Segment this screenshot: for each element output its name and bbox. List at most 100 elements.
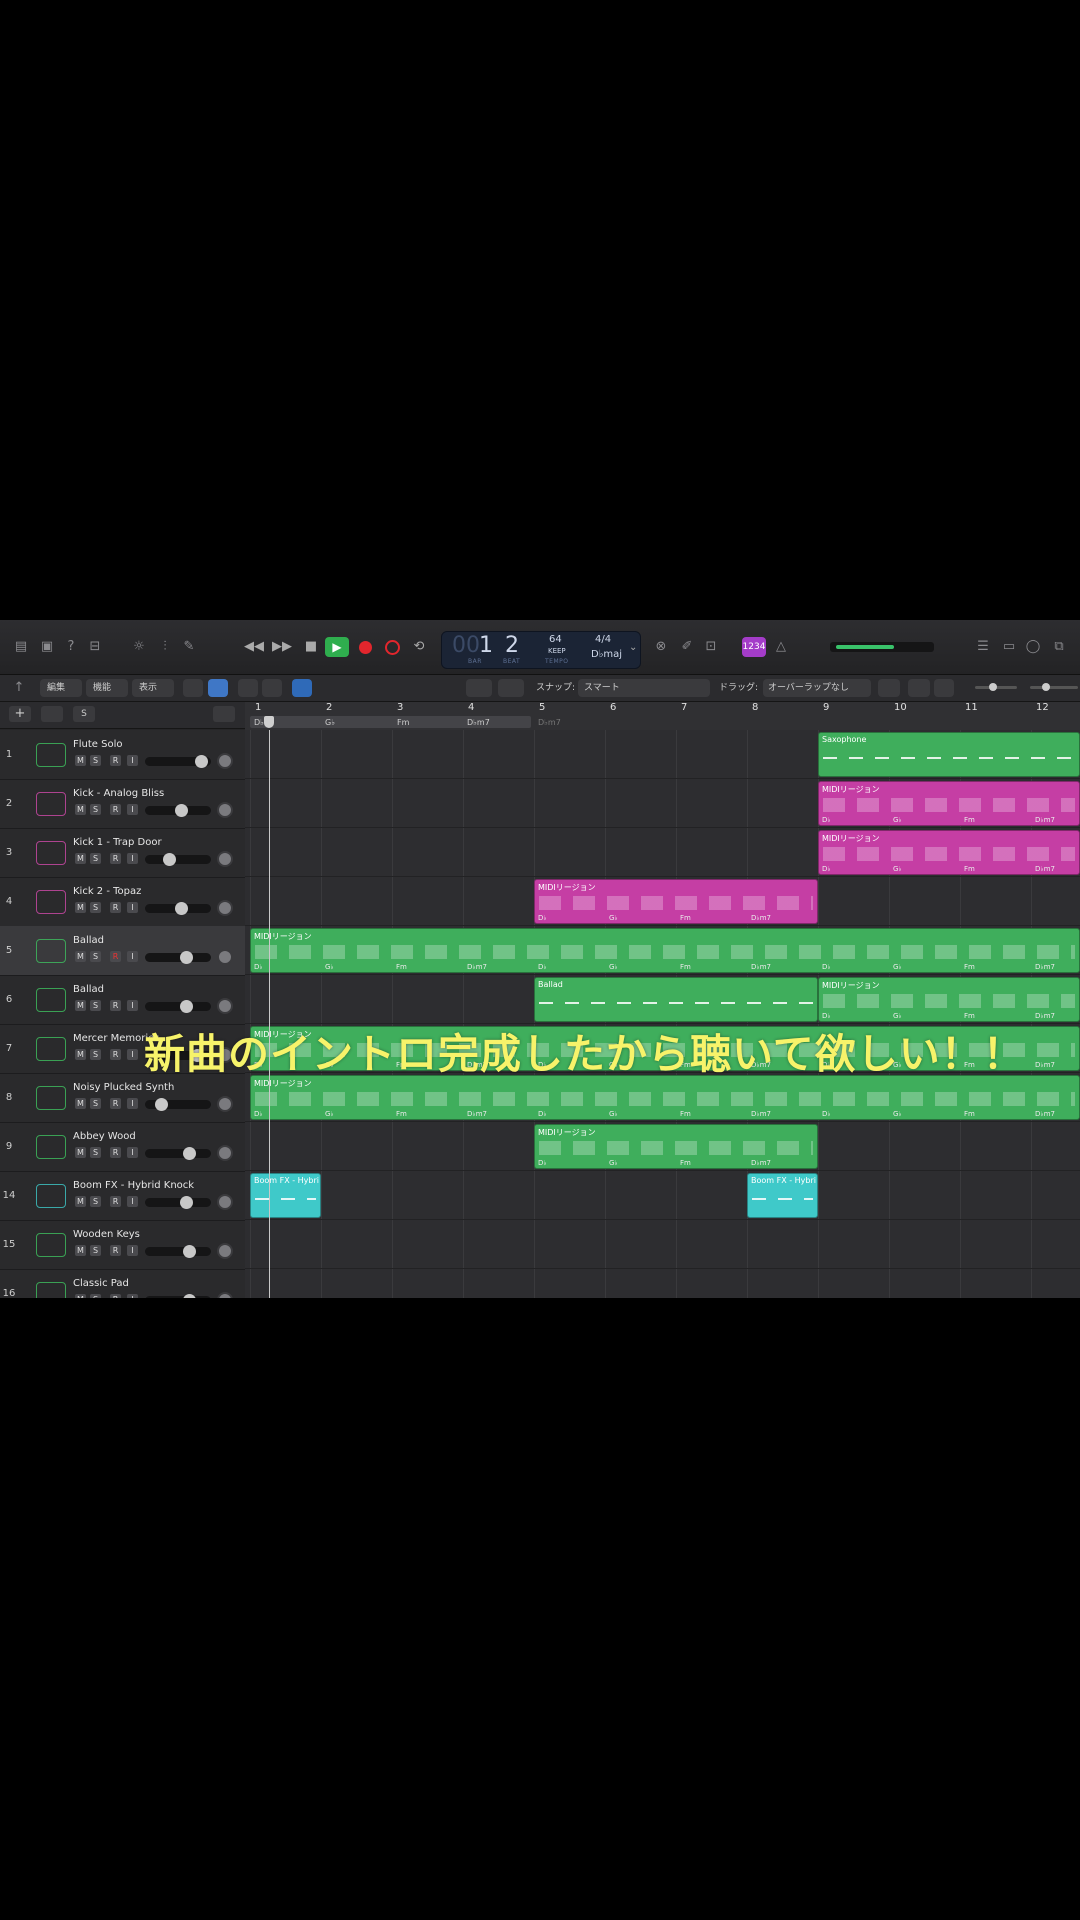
pan-knob[interactable] bbox=[217, 802, 233, 818]
record-enable-button[interactable]: R bbox=[110, 1098, 121, 1109]
add-track-button[interactable]: + bbox=[9, 706, 31, 722]
input-monitor-button[interactable]: I bbox=[127, 1049, 138, 1060]
metronome-icon[interactable]: △ bbox=[772, 639, 790, 655]
input-monitor-button[interactable]: I bbox=[127, 902, 138, 913]
volume-fader-knob[interactable] bbox=[183, 1294, 196, 1298]
count-in-button[interactable]: 1234 bbox=[742, 637, 766, 657]
track-row[interactable]: 3 Kick 1 - Trap Door M S R I bbox=[0, 828, 245, 878]
track-row[interactable]: 5 Ballad M S R I bbox=[0, 926, 245, 976]
audio-region[interactable]: Boom FX - Hybri bbox=[747, 1173, 818, 1218]
pan-knob[interactable] bbox=[217, 900, 233, 916]
track-name[interactable]: Kick - Analog Bliss bbox=[73, 788, 164, 799]
track-name[interactable]: Boom FX - Hybrid Knock bbox=[73, 1180, 194, 1191]
browser-icon[interactable]: ⧉ bbox=[1050, 639, 1068, 655]
volume-fader-knob[interactable] bbox=[183, 1245, 196, 1258]
midi-region[interactable]: MIDIリージョン D♭ G♭ Fm D♭m7 bbox=[534, 1124, 818, 1169]
arrange-area[interactable]: Saxophone MIDIリージョン D♭ G♭ Fm D♭m7 MIDIリージョン … bbox=[245, 730, 1080, 1298]
grid-view-button[interactable] bbox=[183, 679, 203, 697]
smart-controls-icon[interactable]: ☼ bbox=[130, 639, 148, 655]
solo-button[interactable]: S bbox=[90, 1000, 101, 1011]
timeline-ruler[interactable]: 1 2 3 4 5 6 7 8 9 10 11 12 D♭ G♭ Fm D♭m7… bbox=[245, 702, 1080, 731]
track-name[interactable]: Ballad bbox=[73, 935, 104, 946]
record-enable-button[interactable]: R bbox=[110, 902, 121, 913]
midi-region[interactable]: Saxophone bbox=[818, 732, 1080, 777]
midi-region[interactable]: Ballad bbox=[534, 977, 818, 1022]
volume-fader[interactable] bbox=[145, 1098, 211, 1111]
track-row[interactable]: 15 Wooden Keys M S R I bbox=[0, 1220, 245, 1270]
cycle-icon[interactable]: ⟲ bbox=[410, 639, 428, 655]
volume-fader[interactable] bbox=[145, 951, 211, 964]
solo-button[interactable]: S bbox=[90, 1049, 101, 1060]
input-monitor-button[interactable]: I bbox=[127, 755, 138, 766]
input-monitor-button[interactable]: I bbox=[127, 1294, 138, 1298]
mute-button[interactable]: M bbox=[75, 1294, 86, 1298]
record-button[interactable] bbox=[359, 641, 372, 654]
pan-knob[interactable] bbox=[217, 1243, 233, 1259]
track-name[interactable]: Ballad bbox=[73, 984, 104, 995]
mute-button[interactable]: M bbox=[75, 853, 86, 864]
mute-button[interactable]: M bbox=[75, 1196, 86, 1207]
midi-region[interactable]: MIDIリージョン D♭ G♭ Fm D♭m7 D♭ G♭ Fm D♭m7 D♭ G♭ Fm D♭m7 bbox=[250, 1075, 1080, 1120]
volume-fader[interactable] bbox=[145, 1000, 211, 1013]
pointer-tool[interactable] bbox=[466, 679, 492, 697]
input-monitor-button[interactable]: I bbox=[127, 853, 138, 864]
volume-fader-knob[interactable] bbox=[163, 853, 176, 866]
pan-knob[interactable] bbox=[217, 1096, 233, 1112]
inspector-icon[interactable]: ▣ bbox=[38, 639, 56, 655]
volume-fader[interactable] bbox=[145, 1245, 211, 1258]
track-row[interactable]: 4 Kick 2 - Topaz M S R I bbox=[0, 877, 245, 927]
horizontal-zoom-slider[interactable] bbox=[1030, 683, 1078, 691]
chevron-down-icon[interactable]: ⌄ bbox=[629, 642, 637, 653]
mute-button[interactable]: M bbox=[75, 804, 86, 815]
solo-button[interactable]: S bbox=[90, 951, 101, 962]
catch-button[interactable] bbox=[292, 679, 312, 697]
volume-fader[interactable] bbox=[145, 1147, 211, 1160]
volume-fader[interactable] bbox=[145, 804, 211, 817]
pan-knob[interactable] bbox=[217, 1292, 233, 1298]
list-view-button[interactable] bbox=[208, 679, 228, 697]
volume-fader-knob[interactable] bbox=[195, 755, 208, 768]
mute-button[interactable]: M bbox=[75, 755, 86, 766]
lcd-display[interactable]: 00 1 2 BAR BEAT 64 KEEP TEMPO 4/4 D♭maj … bbox=[441, 631, 641, 669]
play-button[interactable]: ▶ bbox=[325, 637, 349, 657]
volume-fader[interactable] bbox=[145, 755, 211, 768]
track-name[interactable]: Kick 2 - Topaz bbox=[73, 886, 141, 897]
editors-icon[interactable]: ✎ bbox=[180, 639, 198, 655]
mute-button[interactable]: M bbox=[75, 1245, 86, 1256]
pan-knob[interactable] bbox=[217, 998, 233, 1014]
pan-knob[interactable] bbox=[217, 1145, 233, 1161]
replace-icon[interactable]: ⊗ bbox=[652, 639, 670, 655]
mute-button[interactable]: M bbox=[75, 902, 86, 913]
volume-fader-knob[interactable] bbox=[180, 1196, 193, 1209]
pan-knob[interactable] bbox=[217, 851, 233, 867]
mute-button[interactable]: M bbox=[75, 1098, 86, 1109]
input-monitor-button[interactable]: I bbox=[127, 1000, 138, 1011]
vertical-zoom-slider[interactable] bbox=[975, 683, 1017, 691]
record-enable-button[interactable]: R bbox=[110, 804, 121, 815]
pan-knob[interactable] bbox=[217, 1194, 233, 1210]
mute-button[interactable]: M bbox=[75, 1049, 86, 1060]
input-monitor-button[interactable]: I bbox=[127, 951, 138, 962]
track-row[interactable]: 2 Kick - Analog Bliss M S R I bbox=[0, 779, 245, 829]
track-row[interactable]: 14 Boom FX - Hybrid Knock M S R I bbox=[0, 1171, 245, 1221]
solo-button[interactable]: S bbox=[90, 1245, 101, 1256]
loop-browser-icon[interactable]: ◯ bbox=[1024, 639, 1042, 655]
mute-button[interactable]: M bbox=[75, 951, 86, 962]
track-name[interactable]: Classic Pad bbox=[73, 1278, 129, 1289]
mute-button[interactable]: M bbox=[75, 1147, 86, 1158]
duplicate-track-button[interactable] bbox=[41, 706, 63, 722]
global-solo-button[interactable]: S bbox=[73, 706, 95, 722]
record-enable-button[interactable]: R bbox=[110, 1000, 121, 1011]
midi-region[interactable]: MIDIリージョン D♭ G♭ Fm D♭m7 D♭ G♭ Fm D♭m7 D♭ G♭ Fm D♭m7 bbox=[250, 928, 1080, 973]
track-name[interactable]: Noisy Plucked Synth bbox=[73, 1082, 174, 1093]
pan-knob[interactable] bbox=[217, 753, 233, 769]
input-monitor-button[interactable]: I bbox=[127, 804, 138, 815]
rewind-icon[interactable]: ◀◀ bbox=[244, 639, 264, 655]
solo-button[interactable]: S bbox=[90, 853, 101, 864]
volume-fader-knob[interactable] bbox=[155, 1098, 168, 1111]
midi-region[interactable]: MIDIリージョン D♭ G♭ Fm D♭m7 bbox=[818, 977, 1080, 1022]
track-name[interactable]: Wooden Keys bbox=[73, 1229, 140, 1240]
help-icon[interactable]: ? bbox=[62, 639, 80, 655]
library-icon[interactable]: ▤ bbox=[12, 639, 30, 655]
solo-button[interactable]: S bbox=[90, 1196, 101, 1207]
